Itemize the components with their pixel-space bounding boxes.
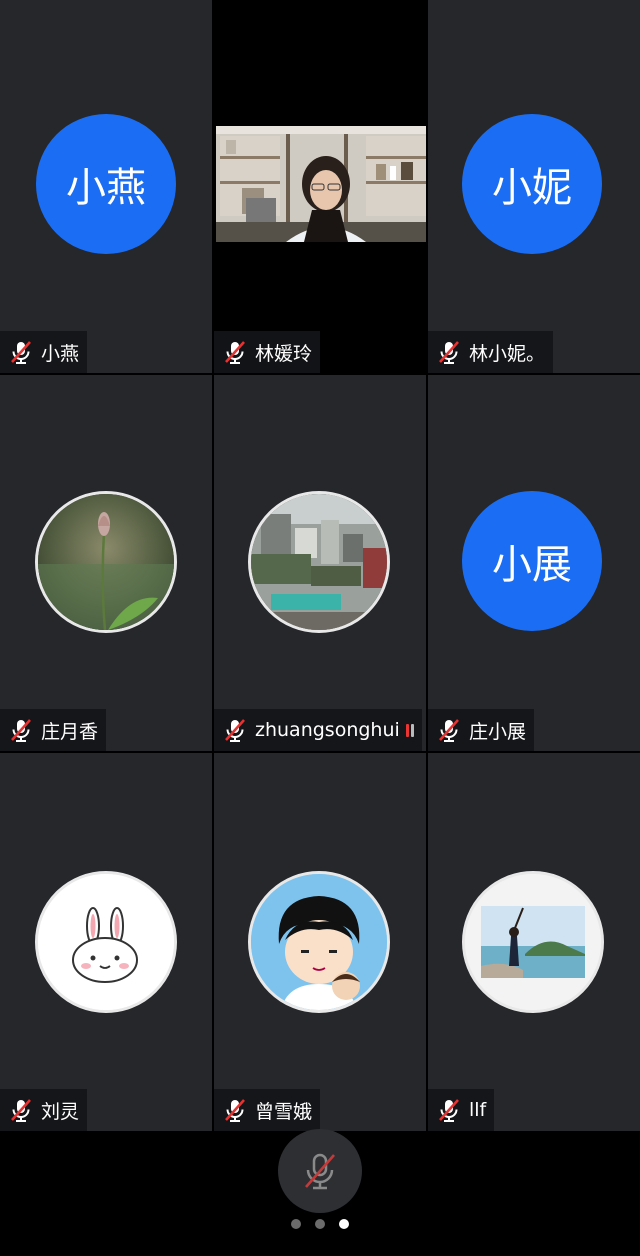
participant-tile[interactable]: 曾雪娥 bbox=[214, 753, 426, 1131]
video-feed bbox=[216, 126, 426, 242]
mic-off-icon bbox=[225, 341, 245, 364]
mic-off-icon bbox=[11, 341, 31, 364]
participant-grid: 小燕 小燕 林媛玲 小妮 林小妮。 庄月香 zhuangsonghui 小展 庄… bbox=[0, 0, 640, 1131]
network-signal-icon bbox=[405, 723, 414, 737]
seaside-photo-image bbox=[465, 874, 601, 1010]
participant-name: 庄月香 bbox=[41, 720, 99, 743]
participant-name: 曾雪娥 bbox=[255, 1100, 313, 1123]
page-dot[interactable] bbox=[315, 1219, 325, 1229]
mic-off-icon bbox=[305, 1153, 335, 1190]
participant-tile[interactable]: 刘灵 bbox=[0, 753, 212, 1131]
lotus-bud-image bbox=[38, 494, 174, 630]
avatar: 小妮 bbox=[462, 114, 602, 254]
avatar bbox=[248, 871, 390, 1013]
participant-label: 小燕 bbox=[0, 331, 88, 373]
participant-name: zhuangsonghui bbox=[255, 719, 400, 741]
participant-name: 林小妮。 bbox=[469, 342, 546, 365]
mute-toggle-button[interactable] bbox=[278, 1129, 362, 1213]
mic-off-icon bbox=[225, 1099, 245, 1122]
bunny-image bbox=[38, 874, 174, 1010]
mic-off-icon bbox=[439, 341, 459, 364]
aerial-campus-image bbox=[251, 494, 387, 630]
avatar-initials: 小妮 bbox=[492, 165, 572, 211]
participant-tile[interactable]: 小妮 林小妮。 bbox=[428, 0, 640, 373]
camera-video-image bbox=[216, 126, 426, 242]
avatar: 小展 bbox=[462, 491, 602, 631]
avatar bbox=[35, 491, 177, 633]
avatar bbox=[462, 871, 604, 1013]
mic-off-icon bbox=[439, 1099, 459, 1122]
page-dot[interactable] bbox=[291, 1219, 301, 1229]
mic-off-icon bbox=[11, 719, 31, 742]
participant-tile[interactable]: 小燕 小燕 bbox=[0, 0, 212, 373]
participant-tile[interactable]: llf bbox=[428, 753, 640, 1131]
participant-label: llf bbox=[428, 1089, 495, 1131]
participant-label: 庄小展 bbox=[428, 709, 535, 751]
avatar bbox=[248, 491, 390, 633]
mic-off-icon bbox=[439, 719, 459, 742]
avatar bbox=[35, 871, 177, 1013]
mic-off-icon bbox=[225, 719, 245, 742]
participant-label: zhuangsonghui bbox=[214, 709, 422, 751]
participant-label: 林小妮。 bbox=[428, 331, 554, 373]
participant-label: 曾雪娥 bbox=[214, 1089, 321, 1131]
avatar: 小燕 bbox=[36, 114, 176, 254]
page-indicator bbox=[0, 1219, 640, 1229]
participant-name: 林媛玲 bbox=[255, 342, 313, 365]
avatar-initials: 小燕 bbox=[66, 165, 146, 211]
participant-name: 小燕 bbox=[41, 342, 80, 365]
page-dot-active[interactable] bbox=[339, 1219, 349, 1229]
participant-label: 庄月香 bbox=[0, 709, 107, 751]
participant-label: 刘灵 bbox=[0, 1089, 88, 1131]
participant-tile[interactable]: zhuangsonghui bbox=[214, 375, 426, 751]
participant-label: 林媛玲 bbox=[214, 331, 321, 373]
participant-tile[interactable]: 林媛玲 bbox=[214, 0, 426, 373]
participant-name: 刘灵 bbox=[41, 1100, 80, 1123]
participant-tile[interactable]: 庄月香 bbox=[0, 375, 212, 751]
mic-off-icon bbox=[11, 1099, 31, 1122]
participant-tile[interactable]: 小展 庄小展 bbox=[428, 375, 640, 751]
participant-name: 庄小展 bbox=[469, 720, 527, 743]
avatar-initials: 小展 bbox=[492, 542, 572, 588]
participant-name: llf bbox=[469, 1099, 487, 1121]
cartoon-boy-image bbox=[251, 874, 387, 1010]
